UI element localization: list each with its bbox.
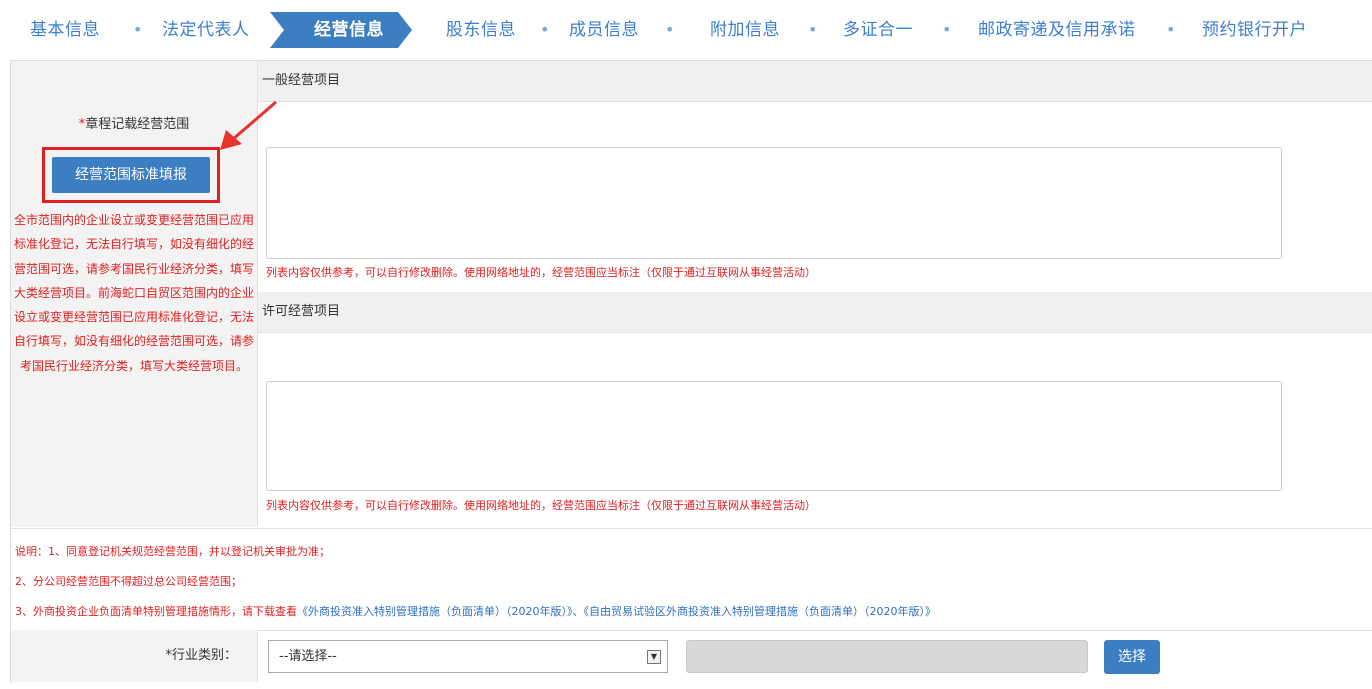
step-separator-dot: • [808,20,818,39]
step-shareholder-info[interactable]: 股东信息 [446,12,516,48]
general-items-textarea[interactable] [266,147,1282,259]
step-progress-bar: 基本信息 • 法定代表人 经营信息 股东信息 • 成员信息 • 附加信息 • 多… [0,0,1372,48]
explain-line-3: 3、外商投资企业负面清单特别管理措施情形，请下载查看《外商投资准入特别管理措施（… [15,603,936,619]
explain-line-3-text: 3、外商投资企业负面清单特别管理措施情形，请下载查看 [15,605,297,618]
annotation-arrow-icon [220,100,277,150]
step-additional-info[interactable]: 附加信息 [710,12,780,48]
step-separator-dot: • [133,20,143,39]
standard-fill-highlight-box: 经营范围标准填报 [42,147,220,203]
industry-label: *行业类别： [11,630,258,682]
license-items-note: 列表内容仅供参考，可以自行修改删除。使用网络地址的，经营范围应当标注（仅限于通过… [266,499,816,512]
step-multi-cert[interactable]: 多证合一 [843,12,913,48]
step-basic-info[interactable]: 基本信息 [30,12,100,48]
scope-left-note: 全市范围内的企业设立或变更经营范围已应用标准化登记，无法自行填写，如没有细化的经… [13,213,254,373]
scope-label-text: 章程记载经营范围 [85,117,190,132]
explain-line-2: 2、分公司经营范围不得超过总公司经营范围； [15,575,242,588]
step-postal-credit[interactable]: 邮政寄递及信用承诺 [978,12,1136,48]
step-separator-dot: • [942,20,952,39]
industry-select[interactable]: --请选择-- ▼ [268,640,668,673]
dropdown-arrow-icon[interactable]: ▼ [647,650,661,664]
standard-fill-button[interactable]: 经营范围标准填报 [52,157,210,193]
license-items-title: 许可经营项目 [258,292,1372,333]
step-bank-account[interactable]: 预约银行开户 [1202,12,1307,48]
link-separator: 、 [572,605,584,618]
industry-label-text: *行业类别： [165,648,237,663]
explanation-block: 说明：1、同意登记机关规范经营范围，并以登记机关审批为准； 2、分公司经营范围不… [11,528,1372,630]
industry-select-value: --请选择-- [279,649,337,664]
negative-list-link[interactable]: 《外商投资准入特别管理措施（负面清单）（2020年版）》 [297,605,573,618]
choose-industry-button[interactable]: 选择 [1104,640,1160,674]
license-items-textarea[interactable] [266,381,1282,491]
general-items-note: 列表内容仅供参考，可以自行修改删除。使用网络地址的，经营范围应当标注（仅限于通过… [266,266,816,279]
industry-display-field [686,640,1088,673]
step-separator-dot: • [665,20,675,39]
ftz-negative-list-link[interactable]: 《自由贸易试验区外商投资准入特别管理措施（负面清单）（2020年版）》 [584,605,937,618]
step-separator-dot: • [1166,20,1176,39]
step-separator-dot: • [540,20,550,39]
explain-line-1: 说明：1、同意登记机关规范经营范围，并以登记机关审批为准； [15,545,330,558]
general-items-title: 一般经营项目 [258,61,1372,102]
step-legal-rep[interactable]: 法定代表人 [162,12,250,48]
step-business-info[interactable]: 经营信息 [314,12,384,48]
step-member-info[interactable]: 成员信息 [569,12,639,48]
